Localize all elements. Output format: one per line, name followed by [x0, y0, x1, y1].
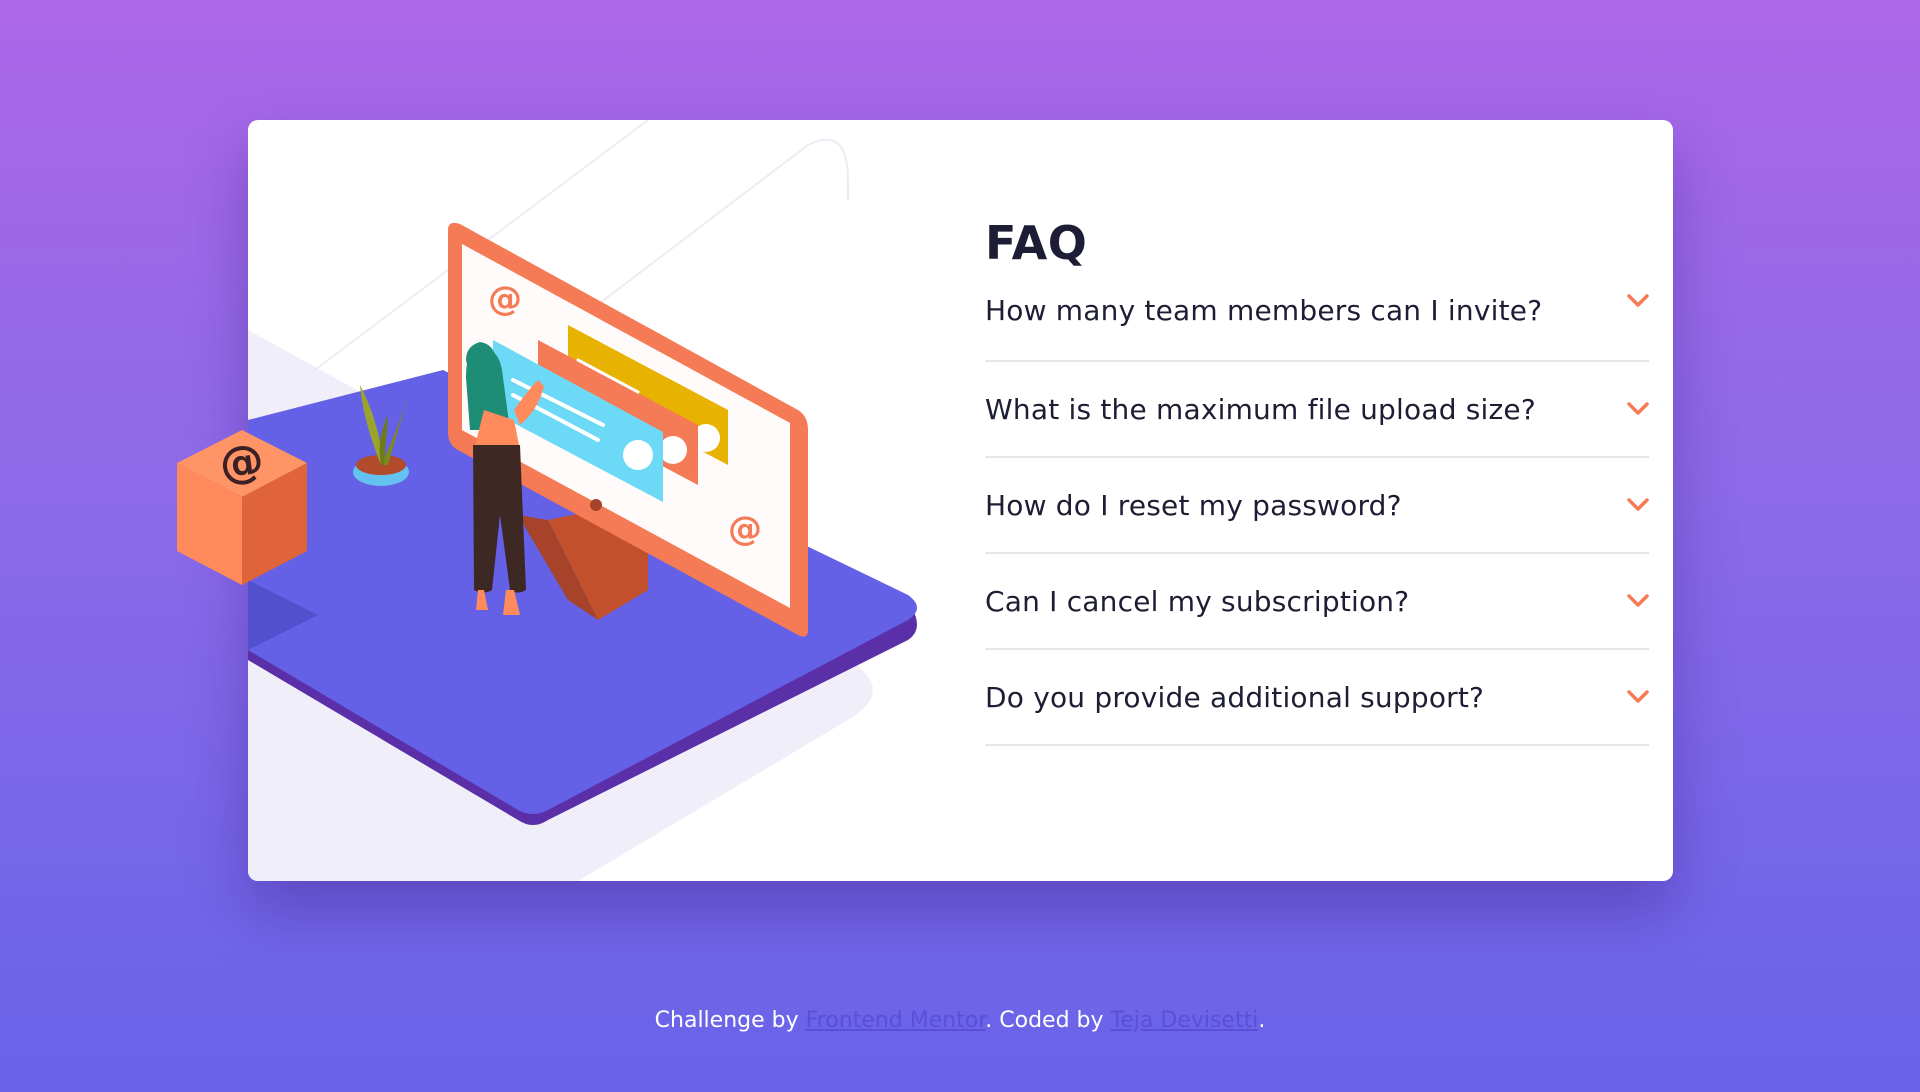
faq-question: Do you provide additional support? [985, 680, 1485, 714]
svg-text:@: @ [216, 434, 267, 491]
faq-item[interactable]: How do I reset my password? [985, 458, 1649, 554]
chevron-down-icon[interactable] [1627, 402, 1649, 416]
faq-item[interactable]: How many team members can I invite? [985, 290, 1649, 362]
chevron-down-icon[interactable] [1627, 498, 1649, 512]
chevron-down-icon[interactable] [1627, 594, 1649, 608]
chevron-down-icon[interactable] [1627, 690, 1649, 704]
footer-middle: . Coded by [985, 1008, 1111, 1033]
author-link[interactable]: Teja Devisetti [1111, 1008, 1259, 1033]
frontend-mentor-link[interactable]: Frontend Mentor [806, 1008, 986, 1033]
svg-text:@: @ [728, 509, 762, 549]
faq-section: FAQ How many team members can I invite? … [985, 214, 1649, 746]
faq-card: @ @ FAQ How many team members can I invi… [248, 120, 1673, 881]
faq-item[interactable]: Can I cancel my subscription? [985, 554, 1649, 650]
attribution-footer: Challenge by Frontend Mentor. Coded by T… [0, 1008, 1920, 1033]
footer-suffix: . [1258, 1008, 1266, 1033]
faq-item[interactable]: What is the maximum file upload size? [985, 362, 1649, 458]
faq-question: What is the maximum file upload size? [985, 392, 1536, 426]
footer-prefix: Challenge by [654, 1008, 806, 1033]
svg-text:@: @ [488, 279, 522, 319]
faq-heading: FAQ [985, 216, 1088, 270]
faq-question: Can I cancel my subscription? [985, 584, 1410, 618]
at-sign-box-icon: @ [177, 430, 307, 585]
faq-item[interactable]: Do you provide additional support? [985, 650, 1649, 746]
faq-question: How many team members can I invite? [985, 294, 1543, 327]
chevron-down-icon[interactable] [1627, 294, 1649, 308]
faq-question: How do I reset my password? [985, 488, 1402, 522]
woman-online-illustration: @ @ [248, 120, 917, 881]
